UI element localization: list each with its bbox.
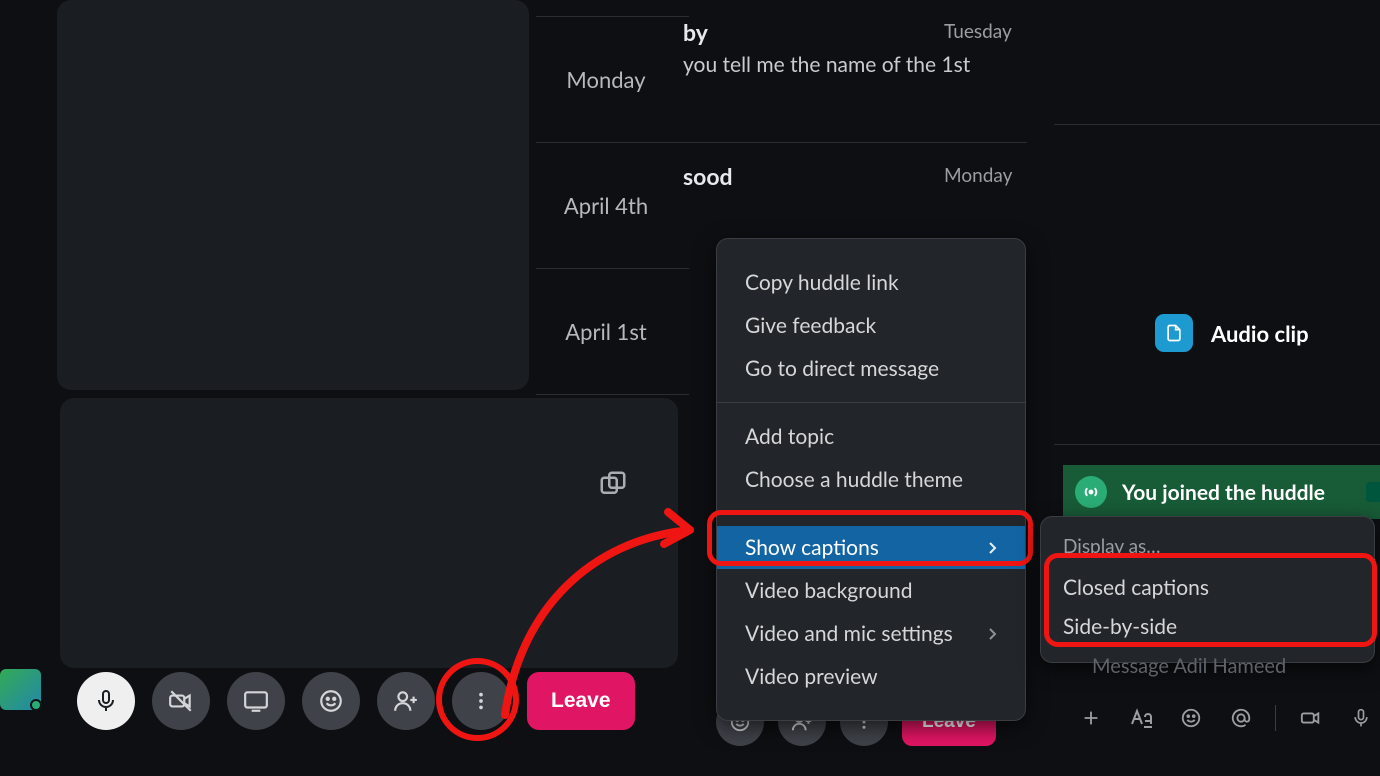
menu-item-add-topic[interactable]: Add topic	[717, 415, 1025, 458]
invite-button[interactable]	[377, 672, 435, 730]
screen-share-button[interactable]	[227, 672, 285, 730]
more-options-button[interactable]	[452, 672, 510, 730]
message-sender-fragment: sood	[683, 162, 733, 190]
huddle-toolbar: Leave	[77, 672, 635, 730]
menu-item-video-mic-settings[interactable]: Video and mic settings	[717, 612, 1025, 655]
mic-button[interactable]	[77, 672, 135, 730]
menu-item-label: Video and mic settings	[745, 621, 953, 646]
leave-button[interactable]: Leave	[527, 672, 635, 730]
audio-clip-label: Audio clip	[1211, 320, 1309, 347]
file-audio-icon	[1155, 314, 1193, 352]
submenu-item-closed-captions[interactable]: Closed captions	[1041, 568, 1374, 607]
divider	[1054, 444, 1380, 445]
message-date: Tuesday	[944, 20, 1012, 43]
message-text: you tell me the name of the 1st	[683, 52, 1023, 77]
camera-button[interactable]	[152, 672, 210, 730]
pop-out-icon[interactable]	[593, 464, 633, 504]
menu-item-direct-message[interactable]: Go to direct message	[717, 347, 1025, 390]
menu-divider	[717, 513, 1025, 514]
huddle-joined-banner: You joined the huddle	[1063, 465, 1380, 519]
emoji-button[interactable]	[302, 672, 360, 730]
chevron-right-icon	[987, 627, 997, 641]
menu-item-theme[interactable]: Choose a huddle theme	[717, 458, 1025, 501]
submenu-item-side-by-side[interactable]: Side-by-side	[1041, 607, 1374, 646]
attach-button[interactable]	[1076, 701, 1106, 735]
presence-dot	[30, 699, 42, 711]
audio-clip-button[interactable]	[1346, 701, 1376, 735]
captions-submenu: Display as… Closed captions Side-by-side	[1040, 516, 1375, 663]
divider	[1275, 705, 1276, 731]
message-date: Monday	[944, 164, 1012, 187]
composer-placeholder: Message Adil Hameed	[1092, 654, 1286, 678]
huddle-video-tile	[57, 0, 529, 390]
user-avatar[interactable]	[0, 669, 41, 710]
menu-item-label: Show captions	[745, 535, 879, 560]
date-label: Monday	[536, 16, 676, 142]
antenna-icon	[1075, 476, 1107, 508]
submenu-title: Display as…	[1041, 529, 1374, 568]
divider	[1054, 124, 1380, 125]
date-label: April 1st	[536, 268, 676, 394]
divider	[536, 394, 689, 395]
menu-item-video-preview[interactable]: Video preview	[717, 655, 1025, 698]
badge-fragment	[1366, 482, 1380, 502]
format-button[interactable]	[1126, 701, 1156, 735]
audio-clip-attachment[interactable]: Audio clip	[1155, 309, 1309, 357]
video-clip-button[interactable]	[1296, 701, 1326, 735]
menu-item-video-background[interactable]: Video background	[717, 569, 1025, 612]
chevron-right-icon	[987, 541, 997, 555]
menu-item-show-captions[interactable]: Show captions	[717, 526, 1025, 569]
mention-button[interactable]	[1226, 701, 1256, 735]
huddle-more-menu: Copy huddle link Give feedback Go to dir…	[716, 238, 1026, 721]
emoji-button[interactable]	[1176, 701, 1206, 735]
message-sender-fragment: by	[683, 18, 708, 46]
menu-item-feedback[interactable]: Give feedback	[717, 304, 1025, 347]
menu-divider	[717, 402, 1025, 403]
huddle-secondary-panel	[60, 398, 678, 668]
menu-item-copy-link[interactable]: Copy huddle link	[717, 261, 1025, 304]
huddle-joined-text: You joined the huddle	[1122, 480, 1325, 505]
date-label: April 4th	[536, 142, 676, 268]
message-composer-toolbar	[1076, 692, 1376, 744]
divider	[682, 142, 1027, 143]
